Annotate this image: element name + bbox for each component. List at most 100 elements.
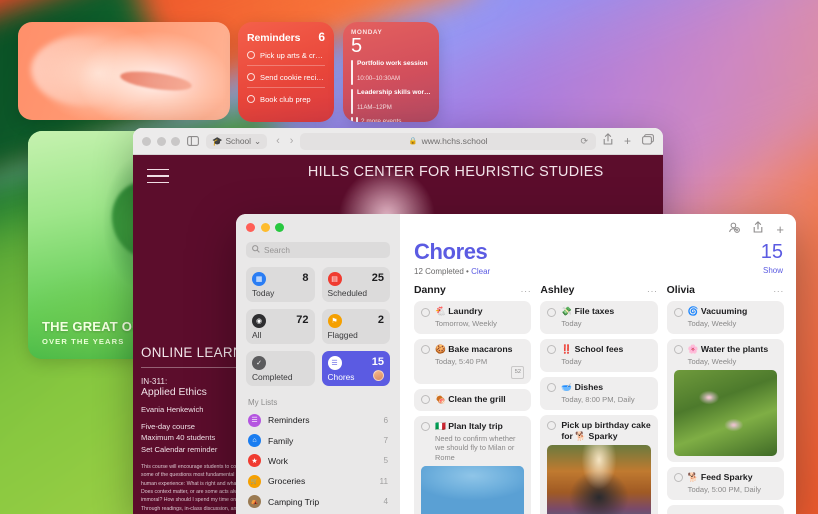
checkbox[interactable]: [421, 395, 430, 405]
calendar-widget-more-events[interactable]: 2 more events: [351, 117, 431, 122]
window-traffic-lights[interactable]: [142, 136, 180, 146]
reload-button[interactable]: ⟳: [580, 136, 588, 147]
tent-icon: ⛺: [248, 495, 261, 509]
reminder-item[interactable]: 🐕 Feed Sparky Today, 5:00 PM, Daily: [666, 466, 784, 500]
reminder-subtitle: Today, 5:00 PM, Daily: [687, 484, 761, 494]
address-bar[interactable]: 🔒 www.hchs.school ⟳: [300, 132, 596, 150]
back-button[interactable]: ‹: [276, 135, 280, 147]
new-tab-button[interactable]: +: [624, 134, 631, 148]
star-icon: ★: [248, 454, 261, 468]
sidebar-item-reminders[interactable]: ☰ Reminders 6: [246, 410, 390, 430]
close-button[interactable]: [246, 223, 255, 232]
window-traffic-lights[interactable]: [246, 223, 390, 232]
circle-icon[interactable]: [247, 73, 255, 81]
reminder-text: School fees: [574, 343, 624, 354]
list-count: 11: [379, 476, 389, 486]
checkbox[interactable]: [673, 307, 683, 317]
column-menu-icon[interactable]: ···: [521, 286, 532, 296]
reminders-widget-count: 6: [318, 30, 325, 44]
reminders-window[interactable]: Search ▦ 8 Today ▤ 25 Scheduled ◉ 72 All…: [236, 214, 796, 514]
reminder-item[interactable]: 🍖 Clean the grill: [414, 388, 532, 411]
reminders-widget-item[interactable]: Book club prep: [247, 88, 325, 109]
checkbox[interactable]: [421, 422, 430, 432]
checkbox[interactable]: [421, 345, 430, 355]
checkbox[interactable]: [547, 345, 557, 355]
add-reminder-button[interactable]: +: [776, 222, 784, 237]
calendar-widget-event[interactable]: Portfolio work session 10:00–10:30AM: [351, 60, 431, 85]
hamburger-menu-icon[interactable]: [147, 169, 169, 188]
minimize-button[interactable]: [260, 223, 270, 232]
reminders-widget-item[interactable]: Send cookie reci…: [247, 66, 325, 88]
zoom-button[interactable]: [275, 223, 284, 232]
reminder-note: Need to confirm whether we should fly to…: [435, 433, 516, 462]
checkbox[interactable]: [673, 345, 683, 355]
reminders-count: 15: [760, 241, 783, 263]
reminder-attachment-image[interactable]: [547, 445, 651, 514]
smart-list-all[interactable]: ◉ 72 All: [246, 309, 315, 344]
show-completed-button[interactable]: Show: [763, 266, 783, 275]
reminder-attachment-image[interactable]: [421, 466, 525, 514]
list-label: Camping Trip: [268, 496, 320, 507]
reminder-text: Clean the grill: [448, 393, 506, 404]
photos-widget[interactable]: [18, 22, 230, 120]
calendar-widget[interactable]: MONDAY 5 Portfolio work session 10:00–10…: [343, 22, 439, 122]
sidebar-item-camping-trip[interactable]: ⛺ Camping Trip 4: [246, 492, 390, 512]
sidebar-toggle-icon[interactable]: [187, 136, 199, 146]
list-label: Groceries: [268, 476, 306, 487]
checkbox[interactable]: [547, 421, 557, 431]
sidebar-item-family[interactable]: ⌂ Family 7: [246, 430, 390, 450]
minimize-button[interactable]: [156, 136, 166, 146]
forward-button[interactable]: ›: [290, 135, 294, 147]
smart-list-chores[interactable]: ☰ 15 Chores: [321, 351, 390, 386]
event-title: Portfolio work session: [357, 60, 428, 67]
profile-selector[interactable]: 🎓 School ⌄: [206, 133, 268, 149]
checkbox[interactable]: [547, 307, 557, 317]
reminder-emoji: 🥣: [561, 381, 573, 392]
cart-icon: 🛒: [248, 474, 261, 488]
reminder-item[interactable]: 💸 File taxes Today: [540, 301, 658, 334]
column-menu-icon[interactable]: ···: [647, 286, 658, 296]
reminder-item[interactable]: 🌸 Water the plants Today, Weekly: [666, 338, 784, 462]
reminders-main-pane: + Chores 15 Show 12 Completed • Clear Da…: [400, 214, 796, 514]
reminder-item[interactable]: [666, 504, 784, 514]
sidebar-item-groceries[interactable]: 🛒 Groceries 11: [246, 471, 390, 491]
reminder-item[interactable]: 🍪 Bake macarons Today, 5:40 PM 52: [414, 338, 532, 384]
smart-list-today[interactable]: ▦ 8 Today: [246, 267, 315, 302]
column-header: Ashley ···: [540, 285, 657, 296]
reminder-item[interactable]: Pick up birthday cake for 🐕 Sparky: [540, 414, 658, 514]
smart-list-completed[interactable]: ✓ Completed: [246, 351, 315, 386]
reminder-item[interactable]: 🇮🇹 Plan Italy trip Need to confirm wheth…: [414, 415, 532, 514]
checkbox[interactable]: [673, 473, 683, 483]
tab-overview-icon[interactable]: [642, 132, 654, 150]
calendar-widget-event[interactable]: Leadership skills wor… 11AM–12PM: [351, 88, 431, 114]
share-icon[interactable]: [753, 220, 763, 238]
close-button[interactable]: [142, 136, 151, 146]
reminders-widget-item[interactable]: Pick up arts & cr…: [247, 44, 325, 66]
checkbox[interactable]: [547, 383, 557, 393]
search-input[interactable]: Search: [246, 242, 390, 258]
reminder-item[interactable]: 🌀 Vacuuming Today, Weekly: [666, 301, 784, 334]
clear-completed-button[interactable]: Clear: [471, 267, 490, 276]
reminder-attachment-image[interactable]: [673, 369, 777, 456]
smart-list-scheduled[interactable]: ▤ 25 Scheduled: [321, 267, 390, 302]
checkbox[interactable]: [421, 307, 430, 317]
smart-list-count: 8: [302, 272, 309, 284]
reminders-widget-header: Reminders 6: [247, 30, 325, 44]
share-icon[interactable]: [603, 132, 613, 150]
zoom-button[interactable]: [171, 136, 180, 146]
sidebar-item-work[interactable]: ★ Work 5: [246, 451, 390, 471]
reminder-subtitle: Today, Weekly: [687, 318, 737, 328]
reminder-item[interactable]: 🥣 Dishes Today, 8:00 PM, Daily: [540, 376, 658, 410]
circle-icon[interactable]: [247, 51, 255, 59]
column-menu-icon[interactable]: ···: [773, 286, 784, 296]
reminder-item[interactable]: ‼️ School fees Today: [540, 338, 658, 372]
circle-icon[interactable]: [247, 95, 255, 103]
smart-list-flagged[interactable]: ⚑ 2 Flagged: [321, 309, 390, 344]
event-color-bar: [351, 88, 353, 114]
reminder-subtitle: Today, 8:00 PM, Daily: [561, 394, 635, 404]
reminder-item[interactable]: 🐔 Laundry Tomorrow, Weekly: [414, 301, 532, 334]
reminder-attachment-badge[interactable]: 52: [511, 365, 525, 379]
add-people-icon[interactable]: [727, 220, 741, 238]
reminders-widget[interactable]: Reminders 6 Pick up arts & cr… Send cook…: [238, 22, 334, 122]
reminder-subtitle: Tomorrow, Weekly: [435, 318, 497, 328]
